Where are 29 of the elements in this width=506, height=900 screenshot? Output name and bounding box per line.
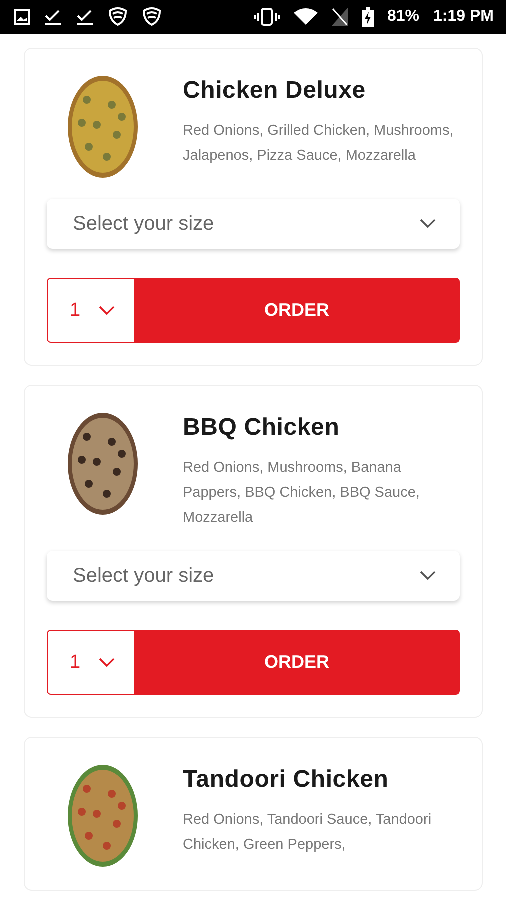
no-signal-icon xyxy=(332,8,348,26)
clock-time: 1:19 PM xyxy=(434,8,494,26)
size-placeholder: Select your size xyxy=(73,564,214,588)
checkmark-icon xyxy=(44,8,62,26)
size-dropdown[interactable]: Select your size xyxy=(47,551,460,601)
pizza-name: BBQ Chicken xyxy=(183,414,341,442)
shield-icon xyxy=(142,7,162,27)
wifi-icon xyxy=(294,8,318,26)
battery-percentage: 81% xyxy=(388,8,420,26)
image-icon xyxy=(14,9,30,25)
checkmark-icon xyxy=(76,8,94,26)
pizza-ingredients: Red Onions, Grilled Chicken, Mushrooms, Jalapenos, Pizza Sauce, Mozzarella xyxy=(183,122,455,166)
size-dropdown[interactable]: Select your size xyxy=(47,199,460,249)
quantity-value: 1 xyxy=(70,652,81,674)
pizza-ingredients: Red Onions, Tandoori Sauce, Tandoori Chicken, Green Peppers, xyxy=(183,811,433,855)
battery-charging-icon xyxy=(362,7,374,27)
vibrate-icon xyxy=(254,7,280,27)
chevron-down-icon xyxy=(420,219,436,229)
quantity-value: 1 xyxy=(70,300,81,322)
pizza-ingredients: Red Onions, Mushrooms, Banana Pappers, BBQ Chicken, BBQ Sauce, Mozzarella xyxy=(183,459,421,528)
size-placeholder: Select your size xyxy=(73,212,214,236)
chevron-down-icon xyxy=(98,658,115,668)
pizza-name: Tandoori Chicken xyxy=(183,766,390,794)
order-button[interactable]: ORDER xyxy=(134,278,460,343)
chevron-down-icon xyxy=(420,571,436,581)
order-button[interactable]: ORDER xyxy=(134,630,460,695)
pizza-name: Chicken Deluxe xyxy=(183,77,367,105)
chevron-down-icon xyxy=(98,306,115,316)
shield-icon xyxy=(108,7,128,27)
